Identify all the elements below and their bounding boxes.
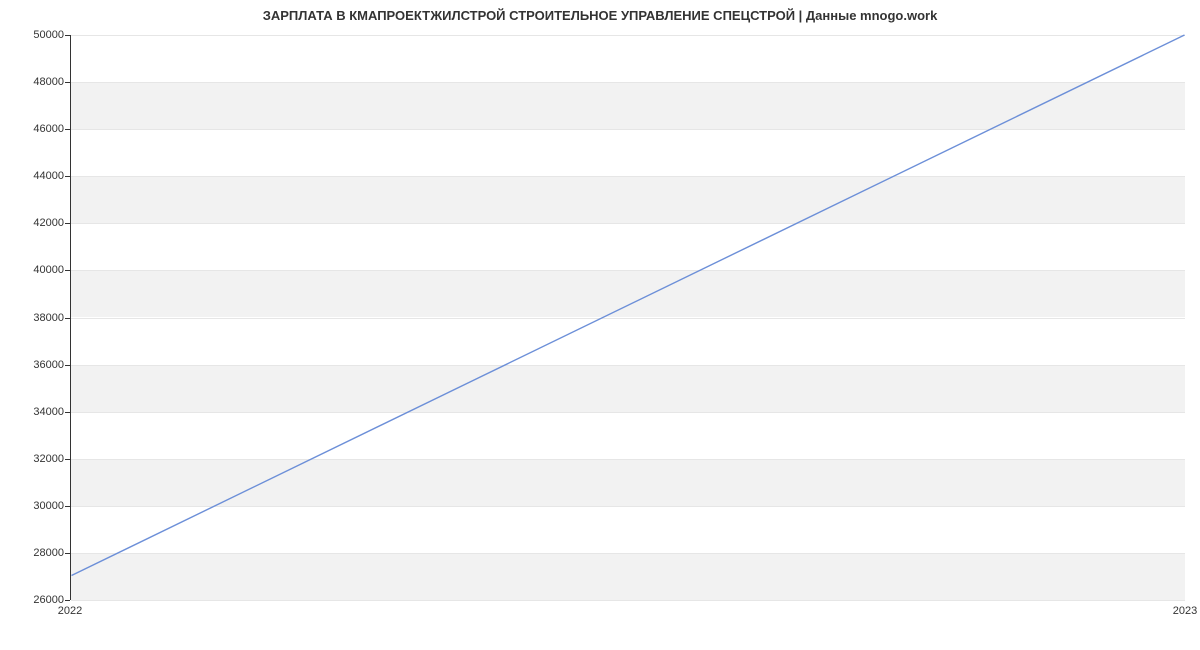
series-line <box>71 35 1184 576</box>
chart-title: ЗАРПЛАТА В КМАПРОЕКТЖИЛСТРОЙ СТРОИТЕЛЬНО… <box>0 8 1200 23</box>
x-tick-label: 2023 <box>1173 605 1197 617</box>
y-tick-label: 46000 <box>4 123 64 135</box>
y-tick-label: 34000 <box>4 406 64 418</box>
line-layer <box>71 35 1185 599</box>
y-tick-label: 32000 <box>4 453 64 465</box>
y-tick-label: 38000 <box>4 312 64 324</box>
y-tick-label: 40000 <box>4 264 64 276</box>
y-tick-label: 50000 <box>4 29 64 41</box>
y-tick-label: 44000 <box>4 170 64 182</box>
y-tick-label: 48000 <box>4 76 64 88</box>
plot-area <box>70 35 1185 600</box>
y-tick-label: 36000 <box>4 359 64 371</box>
grid-line <box>71 600 1185 601</box>
y-tick-mark <box>65 600 70 601</box>
y-tick-label: 30000 <box>4 500 64 512</box>
chart-container: ЗАРПЛАТА В КМАПРОЕКТЖИЛСТРОЙ СТРОИТЕЛЬНО… <box>0 0 1200 650</box>
x-tick-label: 2022 <box>58 605 82 617</box>
y-tick-label: 42000 <box>4 217 64 229</box>
y-tick-label: 26000 <box>4 594 64 606</box>
y-tick-label: 28000 <box>4 547 64 559</box>
